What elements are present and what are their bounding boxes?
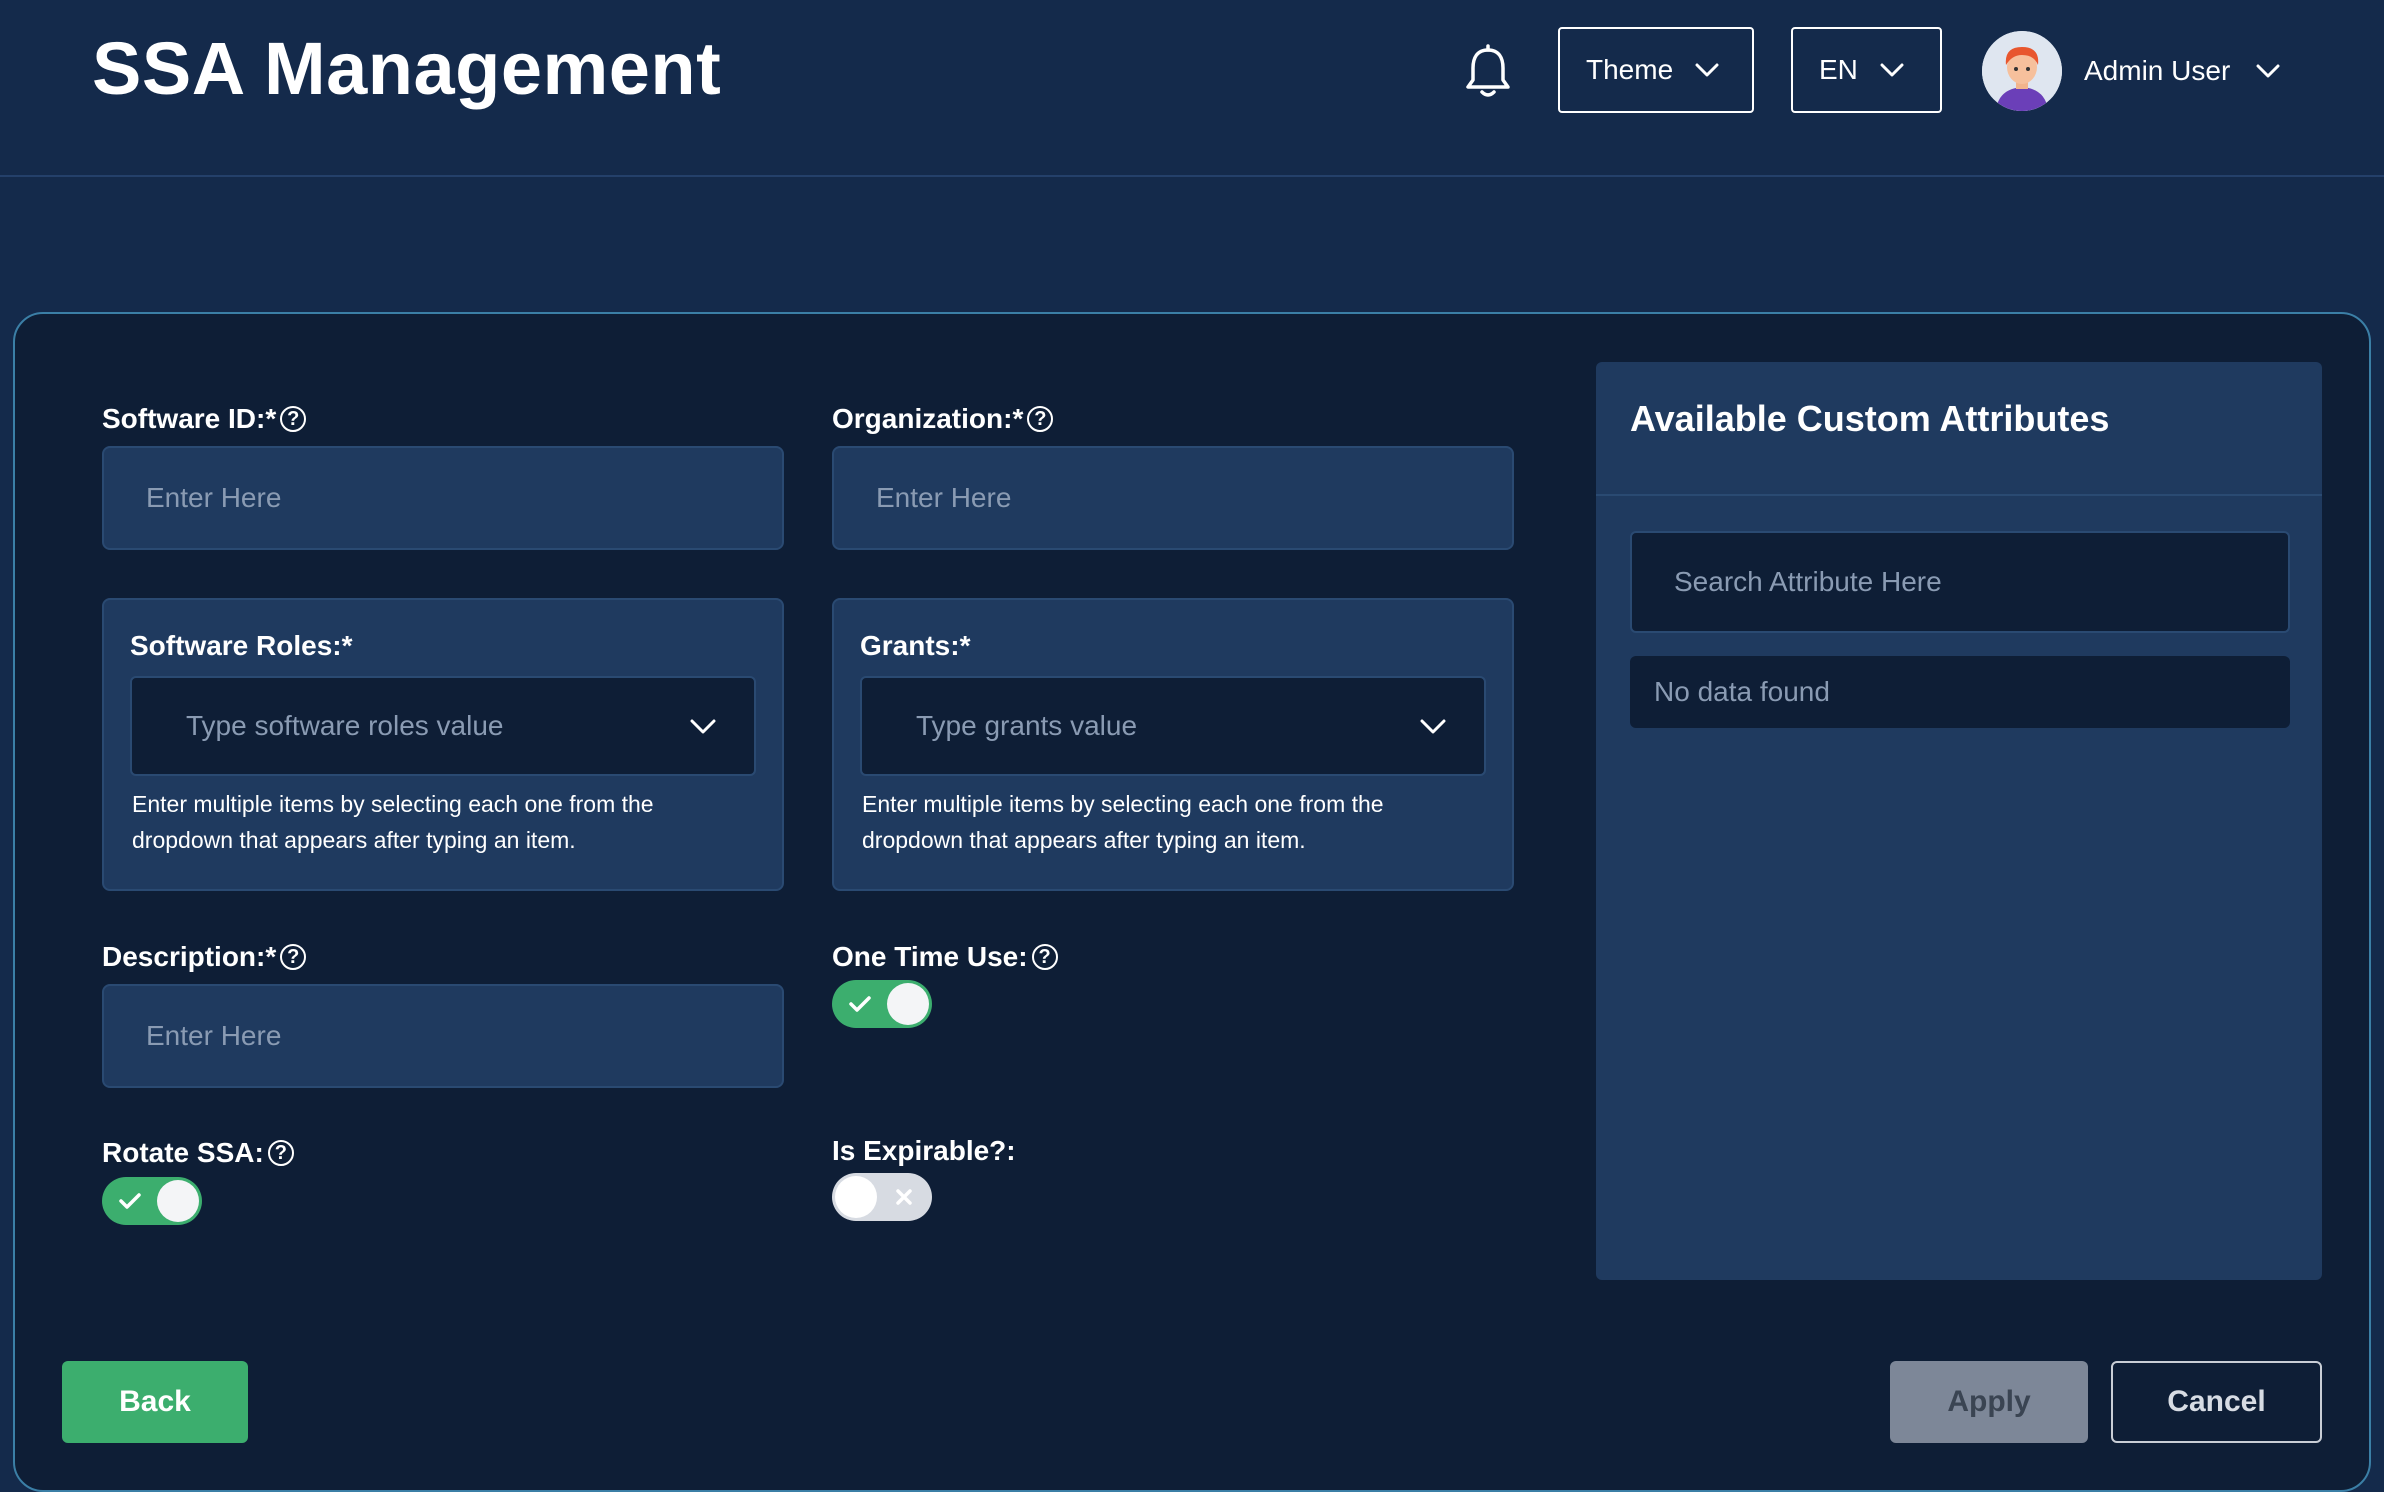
chevron-down-icon	[1420, 719, 1446, 733]
notification-bell-icon[interactable]	[1462, 44, 1514, 100]
software-roles-placeholder: Type software roles value	[186, 710, 504, 741]
cancel-button[interactable]: Cancel	[2111, 1361, 2322, 1443]
close-icon	[896, 1189, 912, 1205]
theme-dropdown[interactable]: Theme	[1558, 27, 1754, 113]
chevron-down-icon	[690, 719, 716, 733]
grants-label: Grants:*	[860, 630, 971, 661]
check-icon	[119, 1193, 141, 1209]
help-icon[interactable]: ?	[280, 944, 307, 970]
one-time-use-label-text: One Time Use:	[832, 941, 1028, 972]
organization-input[interactable]	[832, 446, 1514, 550]
grants-select[interactable]: Type grants value	[860, 676, 1486, 776]
chevron-down-icon	[1880, 63, 1904, 77]
avatar	[1982, 31, 2062, 111]
is-expirable-toggle[interactable]	[832, 1173, 932, 1221]
rotate-ssa-toggle[interactable]	[102, 1177, 202, 1225]
software-id-label: Software ID:* ?	[102, 403, 307, 435]
grants-help-text: Enter multiple items by selecting each o…	[862, 786, 1482, 858]
software-roles-help-line: Enter multiple items by selecting each o…	[132, 791, 654, 817]
description-label: Description:* ?	[102, 941, 307, 973]
organization-label-text: Organization:*	[832, 403, 1024, 434]
software-id-input[interactable]	[102, 446, 784, 550]
toggle-knob	[887, 983, 929, 1025]
grants-group: Grants:* Type grants value Enter multipl…	[832, 598, 1514, 891]
description-label-text: Description:*	[102, 941, 277, 972]
empty-state-message: No data found	[1630, 656, 2290, 728]
top-header: SSA Management Theme EN Admin User	[0, 0, 2384, 177]
help-icon[interactable]: ?	[267, 1140, 294, 1166]
help-icon[interactable]: ?	[1027, 406, 1054, 432]
chevron-down-icon	[1695, 63, 1719, 77]
software-roles-label: Software Roles:*	[130, 630, 353, 661]
custom-attributes-panel: Available Custom Attributes No data foun…	[1596, 362, 2322, 1280]
organization-label: Organization:* ?	[832, 403, 1054, 435]
check-icon	[849, 996, 871, 1012]
help-icon[interactable]: ?	[280, 406, 307, 432]
software-roles-select[interactable]: Type software roles value	[130, 676, 756, 776]
user-menu[interactable]: Admin User	[1982, 30, 2280, 112]
help-icon[interactable]: ?	[1031, 944, 1058, 970]
user-name: Admin User	[2084, 55, 2231, 86]
back-button[interactable]: Back	[62, 1361, 248, 1443]
theme-dropdown-label: Theme	[1586, 54, 1674, 85]
chevron-down-icon	[2256, 64, 2280, 78]
is-expirable-label-text: Is Expirable?:	[832, 1135, 1016, 1166]
rotate-ssa-label: Rotate SSA: ?	[102, 1137, 294, 1169]
software-roles-help-line: dropdown that appears after typing an it…	[132, 827, 576, 853]
custom-attributes-title: Available Custom Attributes	[1596, 362, 2322, 496]
toggle-knob	[157, 1180, 199, 1222]
attribute-search-input[interactable]	[1630, 531, 2290, 633]
language-dropdown[interactable]: EN	[1791, 27, 1942, 113]
software-id-label-text: Software ID:*	[102, 403, 277, 434]
language-dropdown-label: EN	[1819, 54, 1858, 85]
is-expirable-label: Is Expirable?:	[832, 1135, 1016, 1167]
grants-placeholder: Type grants value	[916, 710, 1138, 741]
grants-help-line: dropdown that appears after typing an it…	[862, 827, 1306, 853]
grants-help-line: Enter multiple items by selecting each o…	[862, 791, 1384, 817]
software-roles-group: Software Roles:* Type software roles val…	[102, 598, 784, 891]
apply-button[interactable]: Apply	[1890, 1361, 2088, 1443]
rotate-ssa-label-text: Rotate SSA:	[102, 1137, 264, 1168]
one-time-use-label: One Time Use: ?	[832, 941, 1058, 973]
one-time-use-toggle[interactable]	[832, 980, 932, 1028]
page-title: SSA Management	[92, 27, 722, 110]
software-roles-help-text: Enter multiple items by selecting each o…	[132, 786, 752, 858]
description-input[interactable]	[102, 984, 784, 1088]
toggle-knob	[835, 1176, 877, 1218]
